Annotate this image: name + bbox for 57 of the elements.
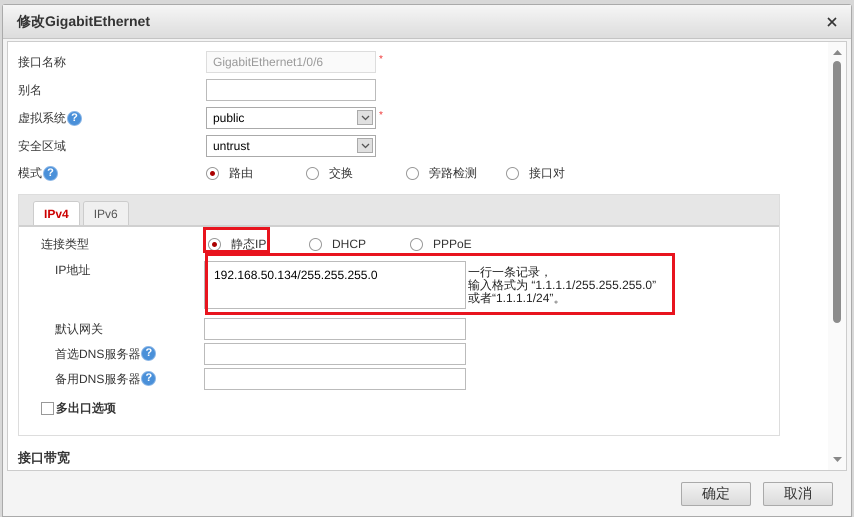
scroll-thumb[interactable] xyxy=(833,61,841,323)
radio-button[interactable] xyxy=(410,238,423,250)
dialog-button[interactable]: 取消 xyxy=(763,482,833,506)
caret-icon xyxy=(360,142,370,148)
radio-label: 交换 xyxy=(329,165,353,182)
radio-label: PPPoE xyxy=(433,236,472,253)
field-label: 备用DNS服务器 xyxy=(55,370,140,388)
field-label: 首选DNS服务器 xyxy=(55,346,140,362)
field-label: 模式 xyxy=(18,165,42,182)
tab[interactable]: IPv4 xyxy=(33,201,80,225)
format-hint: 一行一条记录， 输入格式为 “1.1.1.1/255.255.255.0” 或者“1.1.1.1/24”。 xyxy=(468,266,656,305)
help-icon[interactable]: ? xyxy=(43,166,58,180)
radio-label: 接口对 xyxy=(529,165,565,182)
text-field[interactable] xyxy=(206,79,376,101)
text-field[interactable] xyxy=(204,368,466,390)
dialog-title: 修改GigabitEthernet xyxy=(17,12,150,31)
field-label: IP地址 xyxy=(54,262,92,279)
dialog-button[interactable]: 确定 xyxy=(681,482,751,506)
checkbox[interactable] xyxy=(41,402,54,414)
select-value: public xyxy=(213,110,244,127)
radio-button[interactable] xyxy=(309,238,322,250)
text-field[interactable] xyxy=(204,318,466,340)
select-value: untrust xyxy=(213,138,250,155)
help-icon[interactable]: ? xyxy=(67,110,82,126)
field-label: 虚拟系统 xyxy=(18,110,66,127)
scroll-down-icon[interactable] xyxy=(832,457,842,462)
radio-label: 路由 xyxy=(229,165,253,182)
radio-button[interactable] xyxy=(406,166,419,180)
radio-button[interactable] xyxy=(206,166,219,180)
dropdown-button[interactable] xyxy=(357,110,373,125)
checkbox-label: 多出口选项 xyxy=(56,400,116,417)
radio-label: DHCP xyxy=(332,236,366,253)
section-title: 接口带宽 xyxy=(18,449,71,467)
required-mark: * xyxy=(379,53,383,67)
field-label: 连接类型 xyxy=(41,236,90,253)
select-field[interactable]: public xyxy=(206,107,376,129)
caret-icon xyxy=(360,114,370,120)
dropdown-button[interactable] xyxy=(357,138,373,153)
field-label: 别名 xyxy=(18,82,42,99)
radio-label: 旁路检测 xyxy=(429,165,477,182)
select-field[interactable]: untrust xyxy=(206,135,376,157)
text-field[interactable] xyxy=(204,342,466,364)
help-icon[interactable]: ? xyxy=(141,371,156,386)
field-label: 默认网关 xyxy=(55,320,103,338)
scrollbar[interactable] xyxy=(828,42,846,470)
ip-address-field[interactable]: 192.168.50.134/255.255.255.0 xyxy=(204,261,466,309)
tab[interactable]: IPv6 xyxy=(82,201,129,225)
radio-button[interactable] xyxy=(506,166,519,180)
scroll-up-icon[interactable] xyxy=(832,50,842,55)
field-label: 安全区域 xyxy=(18,138,66,155)
radio-button[interactable] xyxy=(306,166,319,180)
help-icon[interactable]: ? xyxy=(141,346,156,361)
required-mark: * xyxy=(379,109,383,123)
field-label: 接口名称 xyxy=(18,54,66,71)
radio-button[interactable] xyxy=(208,238,221,250)
close-icon[interactable] xyxy=(827,16,837,26)
radio-label: 静态IP xyxy=(231,236,266,253)
